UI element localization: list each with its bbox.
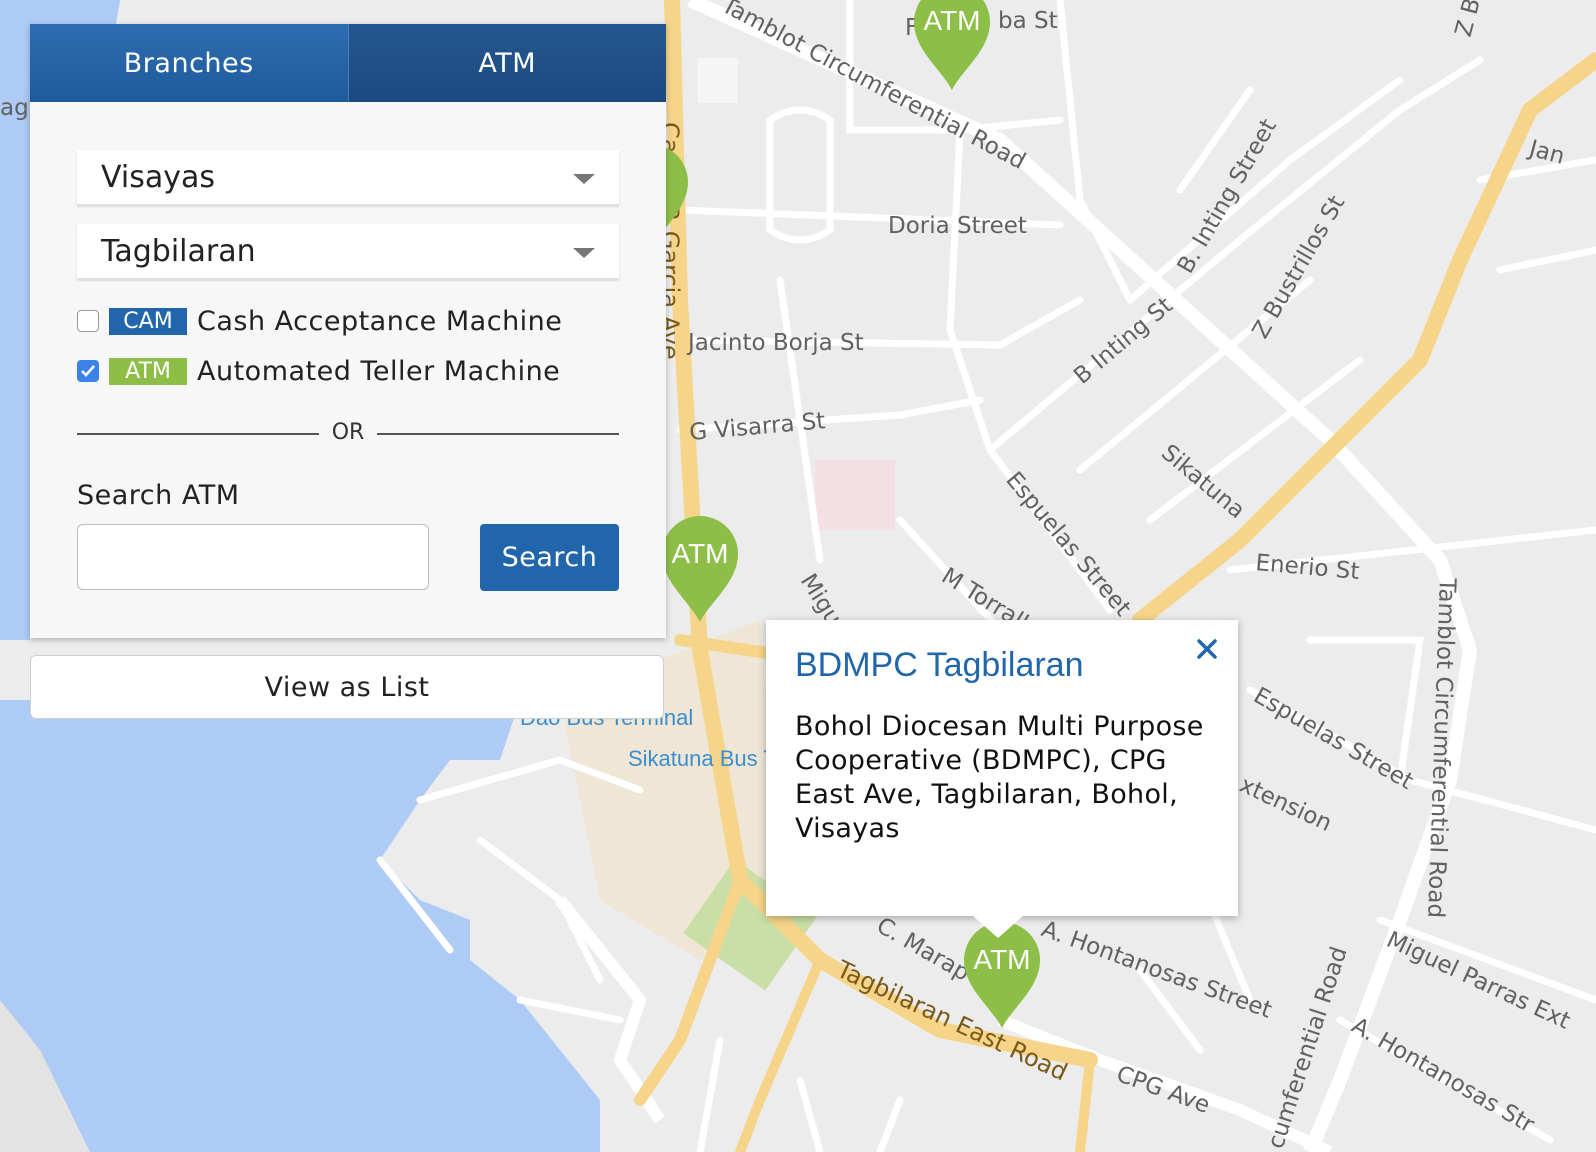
region-select[interactable]: Visayas — [77, 150, 619, 206]
locator-panel: Branches ATM Visayas Tagbilaran CAM Cash… — [30, 24, 666, 638]
search-input[interactable] — [77, 524, 429, 590]
view-as-list-button[interactable]: View as List — [30, 655, 664, 719]
or-divider: OR — [77, 420, 619, 446]
divider-line-right — [377, 433, 619, 435]
tab-branches[interactable]: Branches — [30, 24, 348, 102]
search-atm-label: Search ATM — [77, 480, 240, 511]
atm-checkbox[interactable] — [77, 360, 99, 382]
chevron-down-icon — [573, 174, 595, 184]
info-window-address: Bohol Diocesan Multi Purpose Cooperative… — [795, 711, 1204, 844]
atm-badge: ATM — [109, 357, 187, 385]
info-window-title: BDMPC Tagbilaran — [795, 646, 1084, 684]
svg-text:ba St: ba St — [998, 8, 1058, 34]
cam-checkbox[interactable] — [77, 310, 99, 332]
chevron-down-icon — [573, 248, 595, 258]
close-icon[interactable] — [1194, 636, 1220, 662]
tab-bar: Branches ATM — [30, 24, 666, 102]
city-select[interactable]: Tagbilaran — [77, 224, 619, 280]
svg-text:Sikatuna Bus T: Sikatuna Bus T — [628, 746, 777, 771]
svg-text:Jacinto Borja St: Jacinto Borja St — [686, 330, 864, 356]
map-hospital — [815, 460, 895, 530]
tab-atm[interactable]: ATM — [347, 24, 666, 102]
region-select-value: Visayas — [101, 159, 215, 195]
map-building — [698, 58, 738, 103]
filter-cam: CAM Cash Acceptance Machine — [77, 301, 562, 341]
info-window: BDMPC Tagbilaran Bohol Diocesan Multi Pu… — [766, 620, 1238, 938]
filter-atm: ATM Automated Teller Machine — [77, 351, 560, 391]
search-button[interactable]: Search — [480, 524, 619, 591]
cam-label: Cash Acceptance Machine — [197, 305, 563, 337]
city-select-value: Tagbilaran — [101, 233, 256, 269]
checkmark-icon — [81, 365, 95, 377]
svg-text:ATM: ATM — [923, 5, 980, 36]
svg-text:ATM: ATM — [671, 538, 728, 569]
map-water-bay — [0, 120, 30, 640]
svg-text:ATM: ATM — [973, 944, 1030, 975]
cam-badge: CAM — [109, 307, 187, 335]
svg-text:Doria Street: Doria Street — [888, 213, 1027, 239]
atm-label: Automated Teller Machine — [197, 355, 561, 387]
